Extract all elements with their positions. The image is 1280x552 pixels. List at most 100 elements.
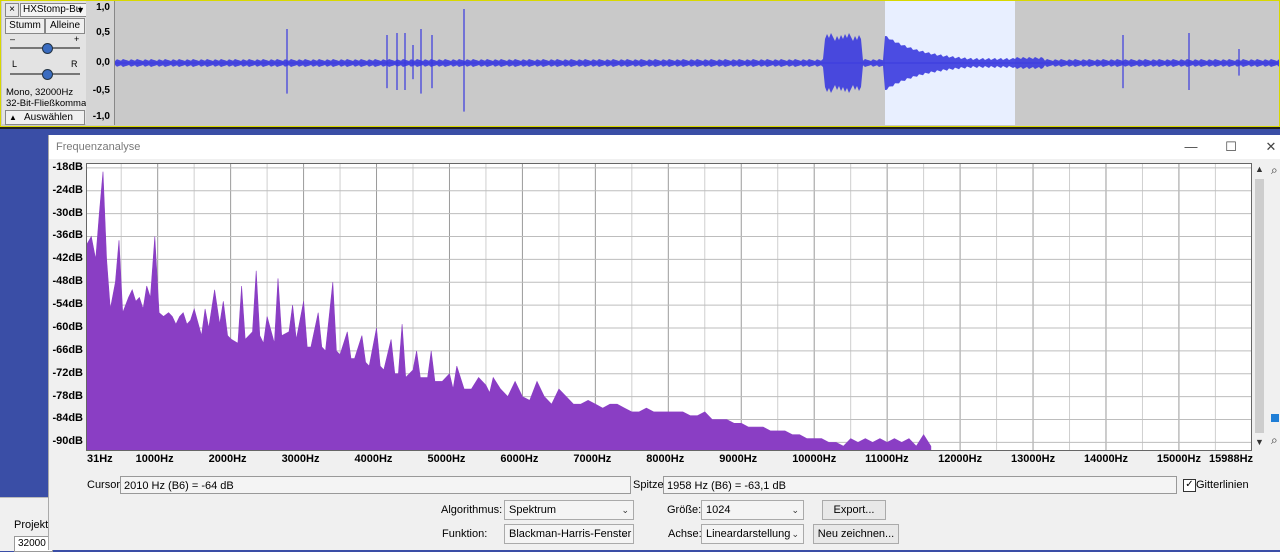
audio-track[interactable]: × HXStomp-Bu ▼ Stumm Alleine – + L R Mon…: [0, 0, 1280, 129]
project-rate-label: Projekt: [14, 519, 49, 531]
y-tick-label: -42dB: [52, 252, 83, 265]
gain-slider[interactable]: [10, 43, 80, 54]
algorithm-select[interactable]: Spektrum ⌄: [504, 500, 634, 520]
gain-minus-label: –: [10, 34, 16, 44]
y-tick-label: -90dB: [52, 435, 83, 448]
y-tick-label: -36dB: [52, 229, 83, 242]
track-close-button[interactable]: ×: [5, 3, 19, 17]
gridlines-label: Gitterlinien: [1196, 479, 1249, 491]
algorithm-value: Spektrum: [509, 504, 557, 516]
window-accent-marker: [1271, 414, 1279, 422]
axis-select[interactable]: Lineardarstellung ⌄: [701, 524, 804, 544]
redraw-button[interactable]: Neu zeichnen...: [813, 524, 899, 544]
x-tick-label: 6000Hz: [500, 453, 539, 465]
algorithm-label: Algorithmus:: [441, 504, 503, 516]
peak-label: Spitze:: [633, 479, 667, 491]
y-tick-label: -66dB: [52, 343, 83, 356]
track-format-depth: 32-Bit-Fließkomma: [6, 98, 87, 109]
axis-value: Lineardarstellung: [706, 528, 791, 540]
pan-right-label: R: [71, 59, 78, 69]
y-tick-label: -30dB: [52, 206, 83, 219]
x-tick-label: 5000Hz: [427, 453, 466, 465]
track-menu-arrow-icon: ▼: [76, 5, 85, 15]
cursor-label: Cursor:: [87, 479, 124, 491]
ruler-label: 0,0: [96, 57, 110, 68]
close-icon[interactable]: ✕: [1261, 137, 1280, 157]
spectrum-chart: [86, 164, 1251, 451]
chevron-down-icon: ⌄: [621, 505, 629, 515]
dialog-title: Frequenzanalyse: [56, 141, 141, 153]
peak-value-field: 1958 Hz (B6) = -63,1 dB: [663, 476, 1177, 494]
x-tick-label: 15000Hz: [1156, 453, 1201, 465]
y-tick-label: -84dB: [52, 412, 83, 425]
track-select-label: Auswählen: [24, 112, 73, 123]
frequency-analysis-dialog: Frequenzanalyse — ☐ ✕ -18dB -24dB -30dB -36…: [48, 135, 1280, 550]
y-tick-label: -48dB: [52, 275, 83, 288]
track-control-panel: × HXStomp-Bu ▼ Stumm Alleine – + L R Mon…: [2, 1, 87, 125]
x-tick-label: 3000Hz: [281, 453, 320, 465]
y-tick-label: -24dB: [52, 183, 83, 196]
pan-slider-knob[interactable]: [42, 69, 53, 80]
gridlines-checkbox[interactable]: ✓: [1183, 479, 1196, 492]
ruler-label: 0,5: [96, 27, 110, 38]
zoom-out-icon[interactable]: ⌕: [1271, 433, 1278, 448]
x-tick-label: 4000Hz: [354, 453, 393, 465]
waveform: [115, 9, 1280, 112]
chevron-down-icon: ⌄: [791, 505, 799, 515]
gain-slider-knob[interactable]: [42, 43, 53, 54]
x-tick-label: 2000Hz: [208, 453, 247, 465]
pan-slider[interactable]: [10, 69, 80, 80]
scroll-up-icon[interactable]: ▲: [1255, 164, 1264, 174]
chevron-down-icon: ⌄: [621, 529, 629, 539]
solo-button[interactable]: Alleine: [45, 18, 85, 34]
export-button[interactable]: Export...: [822, 500, 886, 520]
ruler-label: -0,5: [92, 85, 110, 96]
x-tick-label: 13000Hz: [1011, 453, 1056, 465]
x-tick-label: 7000Hz: [573, 453, 612, 465]
y-tick-label: -54dB: [52, 298, 83, 311]
ruler-label: 1,0: [96, 2, 110, 13]
x-tick-label: 1000Hz: [135, 453, 174, 465]
zoom-in-icon[interactable]: ⌕: [1271, 163, 1278, 178]
track-format-rate: Mono, 32000Hz: [6, 87, 74, 98]
function-value: Blackman-Harris-Fenster: [509, 528, 632, 540]
size-label: Größe:: [667, 504, 702, 516]
x-tick-label: 11000Hz: [865, 453, 909, 465]
x-tick-label: 31Hz: [87, 453, 113, 465]
axis-label: Achse:: [668, 528, 702, 540]
x-tick-label: 14000Hz: [1083, 453, 1129, 465]
y-tick-label: -18dB: [52, 160, 83, 173]
size-value: 1024: [706, 504, 731, 516]
size-select[interactable]: 1024 ⌄: [701, 500, 804, 520]
ruler-label: -1,0: [92, 111, 110, 122]
project-rate-panel: Projekt 32000: [0, 497, 53, 552]
vertical-scrollbar[interactable]: ▲ ▼: [1253, 163, 1267, 450]
gain-plus-label: +: [74, 34, 80, 44]
mute-button[interactable]: Stumm: [5, 18, 45, 34]
track-name-menu[interactable]: HXStomp-Bu ▼: [20, 3, 87, 17]
y-tick-label: -60dB: [52, 320, 83, 333]
x-tick-label: 9000Hz: [719, 453, 758, 465]
spectrum-plot[interactable]: [86, 163, 1252, 451]
function-label: Funktion:: [442, 528, 488, 540]
track-select-button[interactable]: ▲ Auswählen: [5, 110, 85, 125]
pan-left-label: L: [12, 59, 18, 69]
x-tick-label: 12000Hz: [938, 453, 983, 465]
maximize-icon[interactable]: ☐: [1221, 137, 1241, 157]
dialog-titlebar[interactable]: Frequenzanalyse — ☐ ✕: [49, 135, 1280, 159]
x-tick-label: 15988Hz: [1209, 453, 1254, 465]
function-select[interactable]: Blackman-Harris-Fenster ⌄: [504, 524, 634, 544]
track-name-label: HXStomp-Bu: [23, 4, 82, 15]
x-tick-label: 8000Hz: [646, 453, 685, 465]
chevron-down-icon: ⌄: [791, 529, 799, 539]
y-tick-label: -72dB: [52, 366, 83, 379]
scrollbar-thumb[interactable]: [1255, 179, 1264, 433]
scroll-down-icon[interactable]: ▼: [1255, 437, 1264, 447]
x-tick-label: 10000Hz: [792, 453, 837, 465]
waveform-display[interactable]: [115, 1, 1280, 125]
collapse-triangle-icon[interactable]: ▲: [9, 111, 17, 124]
minimize-icon[interactable]: —: [1181, 137, 1201, 157]
cursor-value-field: 2010 Hz (B6) = -64 dB: [120, 476, 631, 494]
amplitude-ruler: 1,0 0,5 0,0 -0,5 -1,0: [86, 1, 115, 125]
y-tick-label: -78dB: [52, 389, 83, 402]
